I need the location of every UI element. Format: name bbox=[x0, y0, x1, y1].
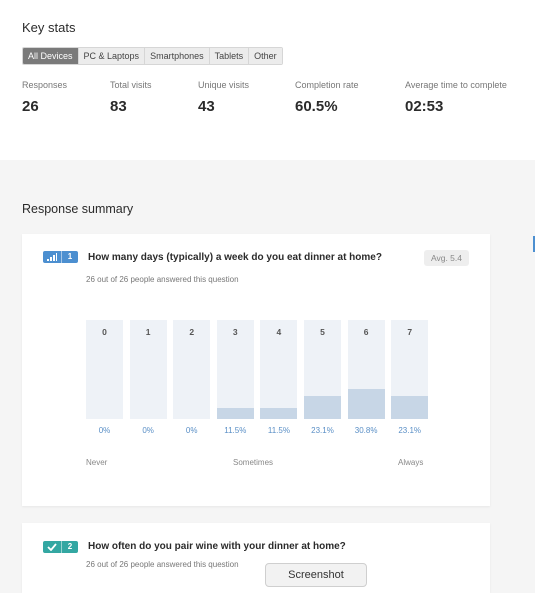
bar-category-label: 5 bbox=[320, 327, 325, 337]
scale-label-always: Always bbox=[398, 458, 424, 467]
key-stats-panel: Key stats All Devices PC & Laptops Smart… bbox=[0, 0, 535, 160]
bar-fill bbox=[391, 396, 429, 419]
scale-label-never: Never bbox=[86, 458, 108, 467]
bar-column: 2 bbox=[173, 320, 211, 419]
bar-fill bbox=[260, 407, 298, 419]
bar-category-label: 6 bbox=[363, 327, 369, 337]
bar-column: 6 bbox=[347, 320, 385, 419]
stat-label: Responses bbox=[22, 80, 68, 90]
bar-column: 7 bbox=[391, 320, 429, 419]
bar-percent-label: 30.8% bbox=[354, 426, 378, 435]
stat-completion-rate: Completion rate 60.5% bbox=[295, 80, 359, 115]
question-text: How many days (typically) a week do you … bbox=[88, 252, 382, 263]
filter-smartphones[interactable]: Smartphones bbox=[145, 48, 210, 64]
question-number: 1 bbox=[61, 251, 78, 263]
bar-percent-label: 0% bbox=[142, 426, 154, 435]
filter-all-devices[interactable]: All Devices bbox=[23, 48, 79, 64]
bar-category-label: 7 bbox=[407, 327, 413, 337]
bar-percent-label: 23.1% bbox=[311, 426, 334, 435]
stat-label: Unique visits bbox=[198, 80, 250, 90]
bar-category-label: 4 bbox=[276, 327, 282, 337]
bar-fill bbox=[216, 407, 254, 419]
bar-category-label: 1 bbox=[145, 327, 151, 337]
question-type-badge: 2 bbox=[43, 541, 78, 553]
stat-value: 26 bbox=[22, 98, 39, 115]
stat-unique-visits: Unique visits 43 bbox=[198, 80, 249, 115]
bar-category-label: 2 bbox=[189, 327, 195, 337]
stat-value: 02:53 bbox=[405, 98, 444, 115]
question-card-1: 1 How many days (typically) a week do yo… bbox=[22, 234, 490, 506]
bar-column: 1 bbox=[129, 320, 167, 419]
stat-label: Total visits bbox=[110, 80, 152, 90]
average-badge: Avg. 5.4 bbox=[423, 250, 469, 266]
filter-pc-laptops[interactable]: PC & Laptops bbox=[78, 48, 146, 64]
filter-other[interactable]: Other bbox=[249, 48, 282, 64]
bar-chart-icon bbox=[43, 253, 61, 261]
stat-average-time: Average time to complete 02:53 bbox=[405, 80, 507, 115]
checkmark-icon bbox=[43, 543, 61, 551]
bar-column: 4 bbox=[260, 320, 298, 419]
bar-percent-label: 11.5% bbox=[224, 426, 247, 435]
device-filter-group: All Devices PC & Laptops Smartphones Tab… bbox=[22, 47, 283, 65]
bar-percent-label: 0% bbox=[185, 426, 198, 435]
bar-column: 3 bbox=[216, 320, 254, 419]
question-card-2: 2 How often do you pair wine with your d… bbox=[22, 523, 490, 593]
bar-fill bbox=[347, 388, 385, 419]
question-type-badge: 1 bbox=[43, 251, 78, 263]
key-stats-title: Key stats bbox=[22, 20, 76, 35]
stat-value: 60.5% bbox=[295, 98, 338, 115]
filter-tablets[interactable]: Tablets bbox=[209, 48, 250, 64]
scale-label-sometimes: Sometimes bbox=[233, 458, 274, 467]
response-summary-title: Response summary bbox=[22, 202, 134, 216]
bar-column: 0 bbox=[86, 320, 123, 419]
stat-label: Completion rate bbox=[295, 80, 359, 90]
bar-percent-label: 11.5% bbox=[267, 426, 290, 435]
bar-percent-label: 0% bbox=[98, 426, 111, 435]
screenshot-button[interactable]: Screenshot bbox=[265, 563, 367, 587]
answered-count: 26 out of 26 people answered this questi… bbox=[86, 560, 239, 569]
stat-responses: Responses 26 bbox=[22, 80, 67, 115]
bar-fill bbox=[304, 396, 341, 419]
question-text: How often do you pair wine with your din… bbox=[88, 541, 346, 552]
bar-category-label: 3 bbox=[232, 327, 238, 337]
stat-value: 43 bbox=[198, 98, 215, 115]
stat-label: Average time to complete bbox=[405, 80, 507, 90]
answered-count: 26 out of 26 people answered this questi… bbox=[86, 275, 239, 284]
stat-total-visits: Total visits 83 bbox=[110, 80, 152, 115]
bar-column: 5 bbox=[304, 320, 341, 419]
bar-percent-label: 23.1% bbox=[398, 426, 422, 435]
question-number: 2 bbox=[61, 541, 78, 553]
bar-category-label: 0 bbox=[102, 327, 107, 337]
stat-value: 83 bbox=[110, 98, 127, 115]
